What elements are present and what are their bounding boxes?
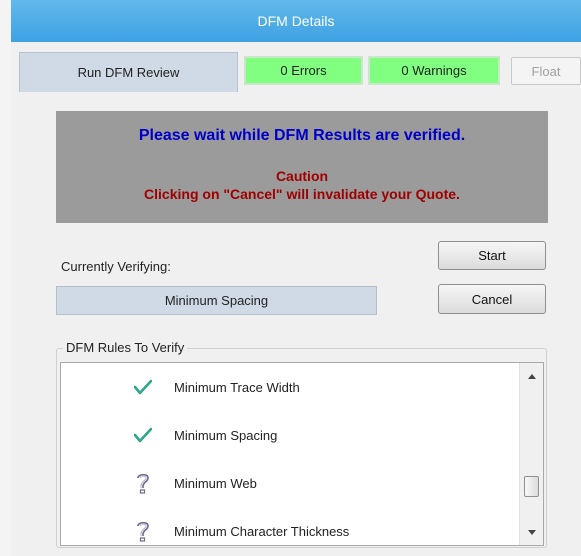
cancel-label: Cancel bbox=[471, 291, 513, 307]
run-dfm-review-button[interactable]: Run DFM Review bbox=[19, 52, 238, 92]
rule-label: Minimum Web bbox=[174, 475, 257, 491]
float-button[interactable]: Float bbox=[511, 57, 581, 85]
scroll-up-icon[interactable] bbox=[520, 365, 543, 387]
wait-message: Please wait while DFM Results are verifi… bbox=[138, 127, 466, 144]
caution-title: Caution bbox=[275, 168, 329, 184]
list-item[interactable]: Minimum Web bbox=[61, 459, 521, 507]
list-item[interactable]: Minimum Trace Width bbox=[61, 363, 521, 411]
window-title: DFM Details bbox=[257, 13, 335, 29]
checkmark-icon bbox=[133, 375, 153, 399]
errors-badge[interactable]: 0 Errors bbox=[244, 56, 363, 85]
rule-label: Minimum Trace Width bbox=[174, 379, 300, 395]
current-rule-field: Minimum Spacing bbox=[56, 286, 377, 315]
list-scrollbar[interactable] bbox=[519, 363, 543, 545]
warnings-badge[interactable]: 0 Warnings bbox=[368, 56, 500, 85]
start-button[interactable]: Start bbox=[438, 241, 546, 270]
errors-label: 0 Errors bbox=[280, 63, 327, 78]
dfm-rules-list[interactable]: Minimum Trace Width Minimum Spacing Mini… bbox=[60, 362, 544, 546]
scroll-down-icon[interactable] bbox=[520, 521, 543, 543]
window-left-edge bbox=[0, 0, 11, 556]
run-dfm-review-label: Run DFM Review bbox=[77, 65, 180, 80]
caution-message: Clicking on "Cancel" will invalidate you… bbox=[144, 186, 460, 202]
verification-notice: Please wait while DFM Results are verifi… bbox=[56, 111, 548, 223]
question-icon bbox=[133, 471, 153, 495]
list-item[interactable]: Minimum Spacing bbox=[61, 411, 521, 459]
cancel-button[interactable]: Cancel bbox=[438, 284, 546, 314]
checkmark-icon bbox=[133, 423, 153, 447]
start-label: Start bbox=[478, 248, 506, 263]
list-item[interactable]: Minimum Character Thickness bbox=[61, 507, 521, 545]
scroll-thumb[interactable] bbox=[524, 476, 539, 497]
current-rule-value: Minimum Spacing bbox=[164, 293, 269, 308]
currently-verifying-label: Currently Verifying: bbox=[61, 259, 171, 274]
rule-label: Minimum Character Thickness bbox=[174, 523, 350, 539]
warnings-label: 0 Warnings bbox=[401, 63, 467, 78]
window-titlebar[interactable]: DFM Details bbox=[11, 0, 581, 42]
question-icon bbox=[133, 519, 153, 543]
float-label: Float bbox=[531, 63, 561, 79]
rule-label: Minimum Spacing bbox=[174, 427, 278, 443]
dfm-rules-legend: DFM Rules To Verify bbox=[63, 340, 188, 355]
